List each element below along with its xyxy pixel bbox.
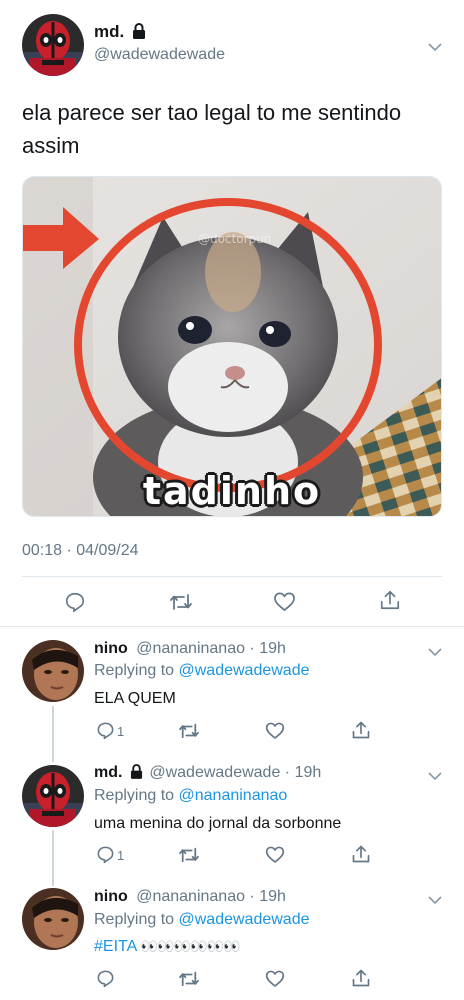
tweet-text: ela parece ser tao legal to me sentindo …: [22, 96, 452, 162]
lock-icon: [130, 764, 143, 784]
handle[interactable]: @wadewadewade: [94, 46, 225, 64]
share-icon[interactable]: [351, 968, 371, 988]
reply-count: 1: [117, 848, 125, 863]
thread-line: [52, 830, 54, 886]
like-icon[interactable]: [273, 591, 296, 612]
reply-text: ELA QUEM: [94, 690, 176, 707]
handle-time[interactable]: @wadewadewade · 19h: [149, 764, 321, 781]
chevron-down-icon[interactable]: [428, 892, 442, 905]
chevron-down-icon[interactable]: [428, 768, 442, 781]
share-icon[interactable]: [351, 844, 371, 864]
lock-icon: [132, 23, 146, 44]
tweet-text-line: assim: [22, 133, 80, 158]
display-name[interactable]: nino: [94, 888, 128, 905]
share-icon[interactable]: [379, 589, 401, 611]
thread-line: [52, 706, 54, 762]
replying-label: Replying to: [94, 662, 175, 679]
handle-time[interactable]: @nananinanao · 19h: [136, 888, 286, 905]
section-divider: [0, 626, 464, 627]
display-name[interactable]: md.: [94, 22, 124, 41]
reply-icon[interactable]: [96, 845, 115, 864]
deadpool-avatar-image: [22, 765, 84, 827]
nino-avatar-image: [22, 640, 84, 702]
deadpool-avatar-image: [22, 14, 84, 76]
like-icon[interactable]: [265, 721, 285, 740]
eyes-emoji: 👀👀👀👀👀👀: [140, 938, 241, 954]
display-name[interactable]: md.: [94, 764, 122, 781]
replying-to-link[interactable]: @nananinanao: [179, 787, 288, 804]
kitten-photo: [23, 177, 441, 516]
avatar[interactable]: [22, 14, 84, 76]
retweet-icon[interactable]: [178, 970, 200, 988]
hashtag-link[interactable]: #EITA: [94, 938, 136, 955]
display-name[interactable]: nino: [94, 640, 128, 657]
image-caption: tadinho: [142, 469, 322, 513]
tweet-text-line: ela parece ser tao legal to me sentindo: [22, 100, 402, 125]
reply-text: uma menina do jornal da sorbonne: [94, 815, 342, 832]
tweet-image[interactable]: @doctorpun tadinho: [22, 176, 442, 517]
replying-label: Replying to: [94, 787, 175, 804]
retweet-icon[interactable]: [178, 722, 200, 740]
chevron-down-icon[interactable]: [428, 644, 442, 657]
reply-icon[interactable]: [96, 721, 115, 740]
image-watermark: @doctorpun: [198, 232, 272, 246]
reply-count: 1: [117, 724, 125, 739]
divider: [22, 576, 442, 577]
nino-avatar-image: [22, 888, 84, 950]
share-icon[interactable]: [351, 720, 371, 740]
avatar[interactable]: [22, 765, 84, 827]
timestamp[interactable]: 00:18 · 04/09/24: [22, 542, 139, 560]
replying-to-link[interactable]: @wadewadewade: [179, 911, 310, 928]
avatar[interactable]: [22, 640, 84, 702]
retweet-icon[interactable]: [169, 592, 193, 612]
reply-icon[interactable]: [96, 969, 115, 988]
replying-label: Replying to: [94, 911, 175, 928]
reply-icon[interactable]: [64, 591, 86, 613]
chevron-down-icon[interactable]: [428, 39, 442, 52]
avatar[interactable]: [22, 888, 84, 950]
like-icon[interactable]: [265, 845, 285, 864]
handle-time[interactable]: @nananinanao · 19h: [136, 640, 286, 657]
like-icon[interactable]: [265, 969, 285, 988]
replying-to-link[interactable]: @wadewadewade: [179, 662, 310, 679]
retweet-icon[interactable]: [178, 846, 200, 864]
